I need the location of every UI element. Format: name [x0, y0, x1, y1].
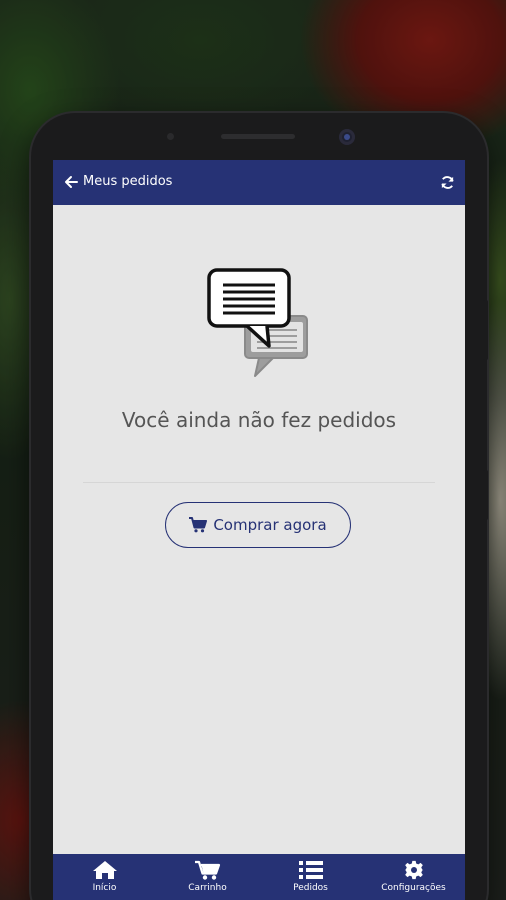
nav-item-inicio[interactable]: Início [53, 854, 156, 900]
front-camera [339, 129, 355, 145]
page-title: Meus pedidos [83, 174, 173, 189]
empty-state-message: Você ainda não fez pedidos [121, 408, 397, 432]
nav-label-pedidos: Pedidos [293, 883, 328, 893]
buy-now-label: Comprar agora [213, 516, 327, 534]
gear-icon [404, 860, 423, 880]
nav-label-inicio: Início [92, 883, 117, 893]
refresh-icon [440, 175, 454, 189]
phone-side-button [483, 470, 488, 520]
refresh-button[interactable] [437, 172, 457, 192]
nav-label-configuracoes: Configurações [381, 883, 446, 893]
bottom-navigation: Início Carrinho Pedidos Configurações [53, 854, 465, 900]
back-button[interactable] [61, 172, 81, 192]
arrow-left-icon [65, 176, 78, 188]
buy-now-button[interactable]: Comprar agora [165, 502, 351, 548]
speaker-grille [221, 134, 295, 139]
phone-side-button [483, 300, 488, 360]
divider [83, 482, 435, 483]
sensor [167, 133, 174, 140]
app-bar: Meus pedidos [53, 160, 465, 205]
home-icon [92, 861, 117, 879]
nav-item-pedidos[interactable]: Pedidos [259, 854, 362, 900]
nav-item-carrinho[interactable]: Carrinho [156, 854, 259, 900]
cart-icon [194, 860, 220, 880]
nav-item-configuracoes[interactable]: Configurações [362, 854, 465, 900]
chat-bubbles-icon [207, 268, 308, 377]
nav-label-carrinho: Carrinho [188, 883, 227, 893]
list-icon [298, 861, 323, 879]
app-screen: Meus pedidos Você ainda não fez pedidos … [53, 160, 465, 900]
cart-icon [189, 517, 208, 533]
